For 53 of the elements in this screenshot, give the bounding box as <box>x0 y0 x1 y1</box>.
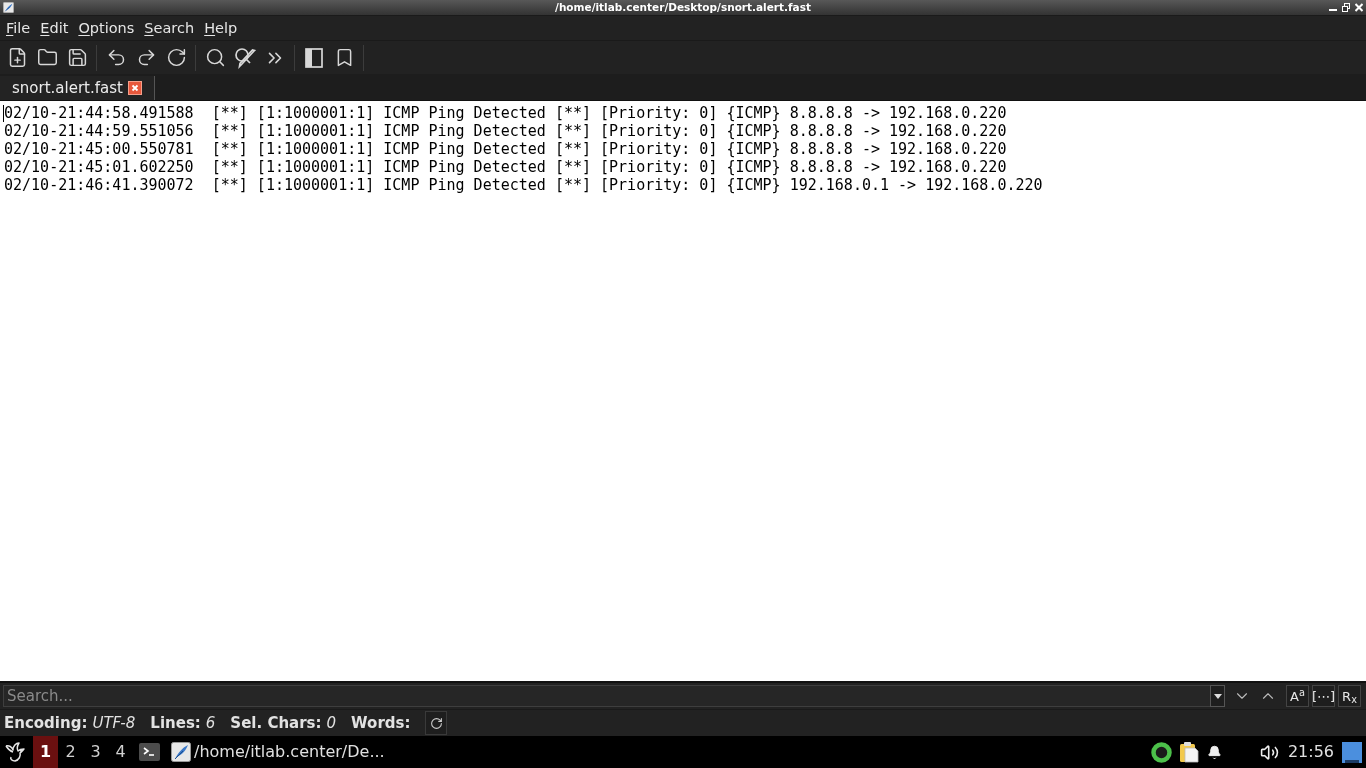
clipboard-icon[interactable] <box>1178 741 1199 763</box>
workspace-button[interactable]: 1 <box>33 736 58 768</box>
text-cursor <box>3 105 4 122</box>
task-button[interactable]: /home/itlab.center/De... <box>171 736 391 768</box>
search-icon <box>204 47 226 68</box>
magnifier-pencil-icon <box>234 46 256 69</box>
save-icon <box>66 47 88 68</box>
status-label: Lines: <box>150 714 201 732</box>
menu-item[interactable]: Help <box>199 18 243 38</box>
workspace-button[interactable]: 4 <box>108 736 133 768</box>
file-tab[interactable]: snort.alert.fast <box>0 76 155 100</box>
menu-item[interactable]: Edit <box>35 18 74 38</box>
search-option-button[interactable]: A$^{a}$ <box>1286 685 1309 707</box>
status-value: UTF-8 <box>92 714 136 732</box>
side-panel-icon <box>305 47 323 68</box>
status-label: Words: <box>351 714 411 732</box>
log-line: 02/10-21:45:00.550781 [**] [1:1000001:1] ICMP Ping Detected [**] [Priority: 0] {ICMP} 8.8.8.8 -> 192.168.0.220 <box>4 140 1007 158</box>
folder-icon <box>36 47 58 68</box>
reload-icon <box>165 47 187 68</box>
workspace-button[interactable]: 2 <box>58 736 83 768</box>
log-line: 02/10-21:44:59.551056 [**] [1:1000001:1] ICMP Ping Detected [**] [Priority: 0] {ICMP} 8.8.8.8 -> 192.168.0.220 <box>4 122 1007 140</box>
window-title: /home/itlab.center/Desktop/snort.alert.fast <box>555 2 811 13</box>
workspace-button[interactable]: 3 <box>83 736 108 768</box>
tab-close-icon[interactable] <box>127 81 142 95</box>
clock[interactable]: 21:56 <box>1287 740 1334 764</box>
log-line: 02/10-21:46:41.390072 [**] [1:1000001:1] ICMP Ping Detected [**] [Priority: 0] {ICMP} 192.168.0.1 -> 192.168.0.220 <box>4 176 1043 194</box>
search-option-button[interactable]: [⋯] <box>1312 685 1335 707</box>
bell-icon[interactable] <box>1206 744 1222 760</box>
feather-app-icon <box>171 742 191 762</box>
refresh-icon <box>429 716 443 730</box>
bird-logo-icon <box>4 741 26 763</box>
status-label: Sel. Chars: <box>230 714 322 732</box>
menu-item[interactable]: Options <box>73 18 140 38</box>
close-icon[interactable] <box>1355 3 1363 12</box>
dropdown-button[interactable] <box>1210 685 1225 707</box>
status-value: 0 <box>326 714 337 732</box>
terminal-icon <box>138 743 160 761</box>
speaker-icon[interactable] <box>1259 742 1279 762</box>
refresh-button[interactable] <box>425 711 448 735</box>
show-desktop-icon[interactable] <box>1342 741 1362 763</box>
tab-label: snort.alert.fast <box>12 79 123 97</box>
search-field[interactable]: Search... <box>3 685 1210 707</box>
feather-app-icon <box>3 2 14 13</box>
menu-item[interactable]: File <box>1 18 36 38</box>
menu-item[interactable]: Search <box>139 18 200 38</box>
status-label: Encoding: <box>4 714 88 732</box>
log-line: 02/10-21:45:01.602250 [**] [1:1000001:1] ICMP Ping Detected [**] [Priority: 0] {ICMP} 8.8.8.8 -> 192.168.0.220 <box>4 158 1007 176</box>
status-value: 6 <box>205 714 216 732</box>
log-line: 02/10-21:44:58.491588 [**] [1:1000001:1] ICMP Ping Detected [**] [Priority: 0] {ICMP} 8.8.8.8 -> 192.168.0.220 <box>4 104 1007 122</box>
search-option-button[interactable]: R$_{x}$ <box>1338 685 1361 707</box>
ring-icon[interactable] <box>1150 741 1172 763</box>
restore-icon[interactable] <box>1342 3 1350 12</box>
caret-icon <box>1213 693 1222 699</box>
